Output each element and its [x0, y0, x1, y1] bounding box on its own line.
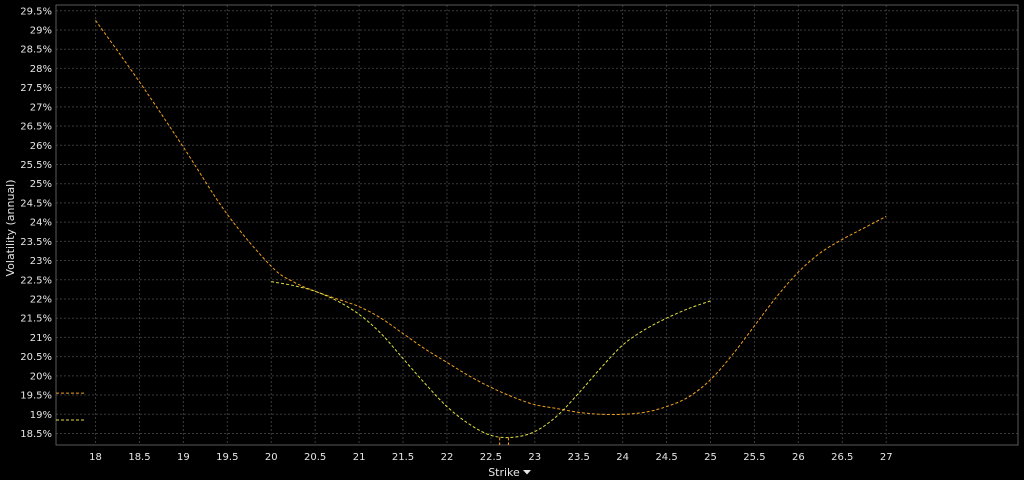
y-tick-label: 28.5% [20, 45, 52, 56]
y-tick-label: 26% [30, 141, 52, 152]
y-tick-label: 27% [30, 102, 52, 113]
y-tick-label: 22.5% [20, 275, 52, 286]
y-tick-label: 21% [30, 333, 52, 344]
x-axis-title: Strike [488, 466, 520, 479]
y-tick-label: 18.5% [20, 429, 52, 440]
x-tick-label: 19 [177, 452, 190, 463]
x-tick-label: 21 [353, 452, 366, 463]
y-tick-label: 25.5% [20, 160, 52, 171]
y-tick-label: 27.5% [20, 83, 52, 94]
x-tick-label: 25.5 [743, 452, 765, 463]
x-tick-label: 26.5 [831, 452, 853, 463]
x-tick-label: 21.5 [392, 452, 414, 463]
x-tick-label: 27 [880, 452, 893, 463]
y-tick-label: 23% [30, 256, 52, 267]
y-tick-label: 23.5% [20, 237, 52, 248]
y-tick-label: 29.5% [20, 6, 52, 17]
x-tick-label: 20 [265, 452, 278, 463]
chart-background [0, 0, 1024, 480]
y-tick-label: 24.5% [20, 198, 52, 209]
y-tick-label: 26.5% [20, 122, 52, 133]
y-tick-label: 28% [30, 64, 52, 75]
x-tick-label: 22 [441, 452, 454, 463]
x-tick-label: 18 [89, 452, 102, 463]
y-tick-label: 25% [30, 179, 52, 190]
x-tick-label: 18.5 [128, 452, 150, 463]
volatility-smile-chart: 18 18.5 19 19.5 20 20.5 21 21.5 22 22.5 23 23.5 24 24… [0, 0, 1024, 480]
y-tick-label: 22% [30, 294, 52, 305]
x-tick-label: 24.5 [655, 452, 677, 463]
x-tick-label: 23.5 [568, 452, 590, 463]
x-tick-label: 22.5 [480, 452, 502, 463]
x-tick-label: 20.5 [304, 452, 326, 463]
y-tick-label: 19.5% [20, 391, 52, 402]
x-tick-label: 25 [704, 452, 717, 463]
y-tick-label: 20% [30, 371, 52, 382]
x-tick-label: 23 [528, 452, 541, 463]
x-tick-label: 24 [616, 452, 629, 463]
y-tick-label: 20.5% [20, 352, 52, 363]
x-tick-label: 19.5 [216, 452, 238, 463]
y-tick-label: 24% [30, 218, 52, 229]
y-tick-label: 19% [30, 410, 52, 421]
y-axis-title: Volatility (annual) [4, 179, 17, 276]
y-tick-label: 21.5% [20, 314, 52, 325]
y-tick-label: 29% [30, 25, 52, 36]
x-tick-label: 26 [792, 452, 805, 463]
